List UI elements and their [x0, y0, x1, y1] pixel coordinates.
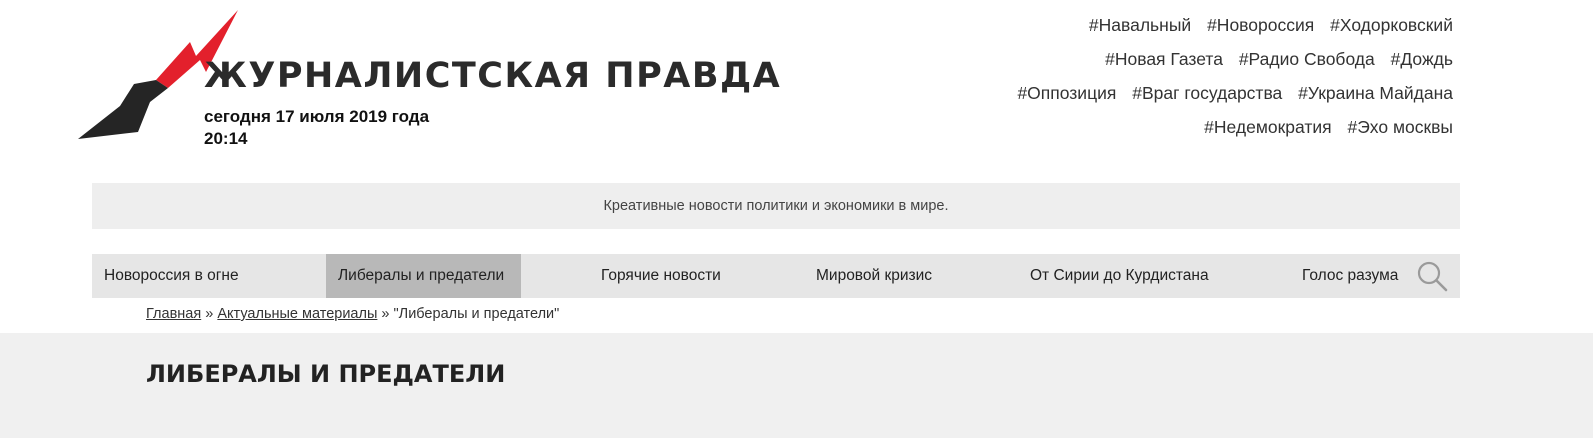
slogan-bar: Креативные новости политики и экономики …	[92, 183, 1460, 229]
breadcrumb: Главная » Актуальные материалы » "Либера…	[146, 306, 559, 322]
tag-cloud: #Навальный #Новороссия #Ходорковский #Но…	[973, 8, 1453, 144]
nav-item-syria-kurdistan[interactable]: От Сирии до Курдистана	[1030, 254, 1209, 298]
breadcrumb-separator: »	[381, 306, 390, 322]
tag-row: #Навальный #Новороссия #Ходорковский	[973, 8, 1453, 42]
nav-item-voice-of-reason[interactable]: Голос разума	[1302, 254, 1398, 298]
current-time: 20:14	[204, 129, 248, 148]
tag-row: #Оппозиция #Враг государства #Украина Ма…	[973, 76, 1453, 110]
breadcrumb-section-link[interactable]: Актуальные материалы	[217, 306, 377, 322]
breadcrumb-current: "Либералы и предатели"	[393, 306, 560, 322]
tag-link[interactable]: #Ходорковский	[1330, 15, 1453, 35]
tag-link[interactable]: #Новая Газета	[1105, 49, 1223, 69]
search-icon	[1417, 261, 1448, 292]
search-button[interactable]	[1414, 258, 1450, 294]
site-title[interactable]: ЖУРНАЛИСТСКАЯ ПРАВДА	[204, 56, 781, 96]
slogan-text: Креативные новости политики и экономики …	[603, 198, 949, 214]
logo-bolt-dark	[78, 80, 168, 139]
tag-link[interactable]: #Враг государства	[1132, 83, 1282, 103]
nav-item-novorossiya[interactable]: Новороссия в огне	[104, 254, 239, 298]
tag-link[interactable]: #Новороссия	[1207, 15, 1314, 35]
tag-link[interactable]: #Навальный	[1089, 15, 1191, 35]
tag-row: #Недемократия #Эхо москвы	[973, 110, 1453, 144]
nav-item-hot-news[interactable]: Горячие новости	[601, 254, 721, 298]
tag-link[interactable]: #Недемократия	[1204, 117, 1331, 137]
main-nav: Новороссия в огне Либералы и предатели Г…	[92, 254, 1460, 298]
tag-link[interactable]: #Оппозиция	[1017, 83, 1116, 103]
breadcrumb-home-link[interactable]: Главная	[146, 306, 201, 322]
page-title: ЛИБЕРАЛЫ И ПРЕДАТЕЛИ	[146, 360, 506, 388]
nav-item-liberals[interactable]: Либералы и предатели	[326, 254, 521, 298]
tag-link[interactable]: #Украина Майдана	[1298, 83, 1453, 103]
current-date: сегодня 17 июля 2019 года	[204, 107, 430, 126]
breadcrumb-separator: »	[205, 306, 214, 322]
tag-link[interactable]: #Радио Свобода	[1239, 49, 1375, 69]
tag-row: #Новая Газета #Радио Свобода #Дождь	[973, 42, 1453, 76]
tag-link[interactable]: #Эхо москвы	[1347, 117, 1453, 137]
nav-item-world-crisis[interactable]: Мировой кризис	[816, 254, 932, 298]
tag-link[interactable]: #Дождь	[1391, 49, 1453, 69]
